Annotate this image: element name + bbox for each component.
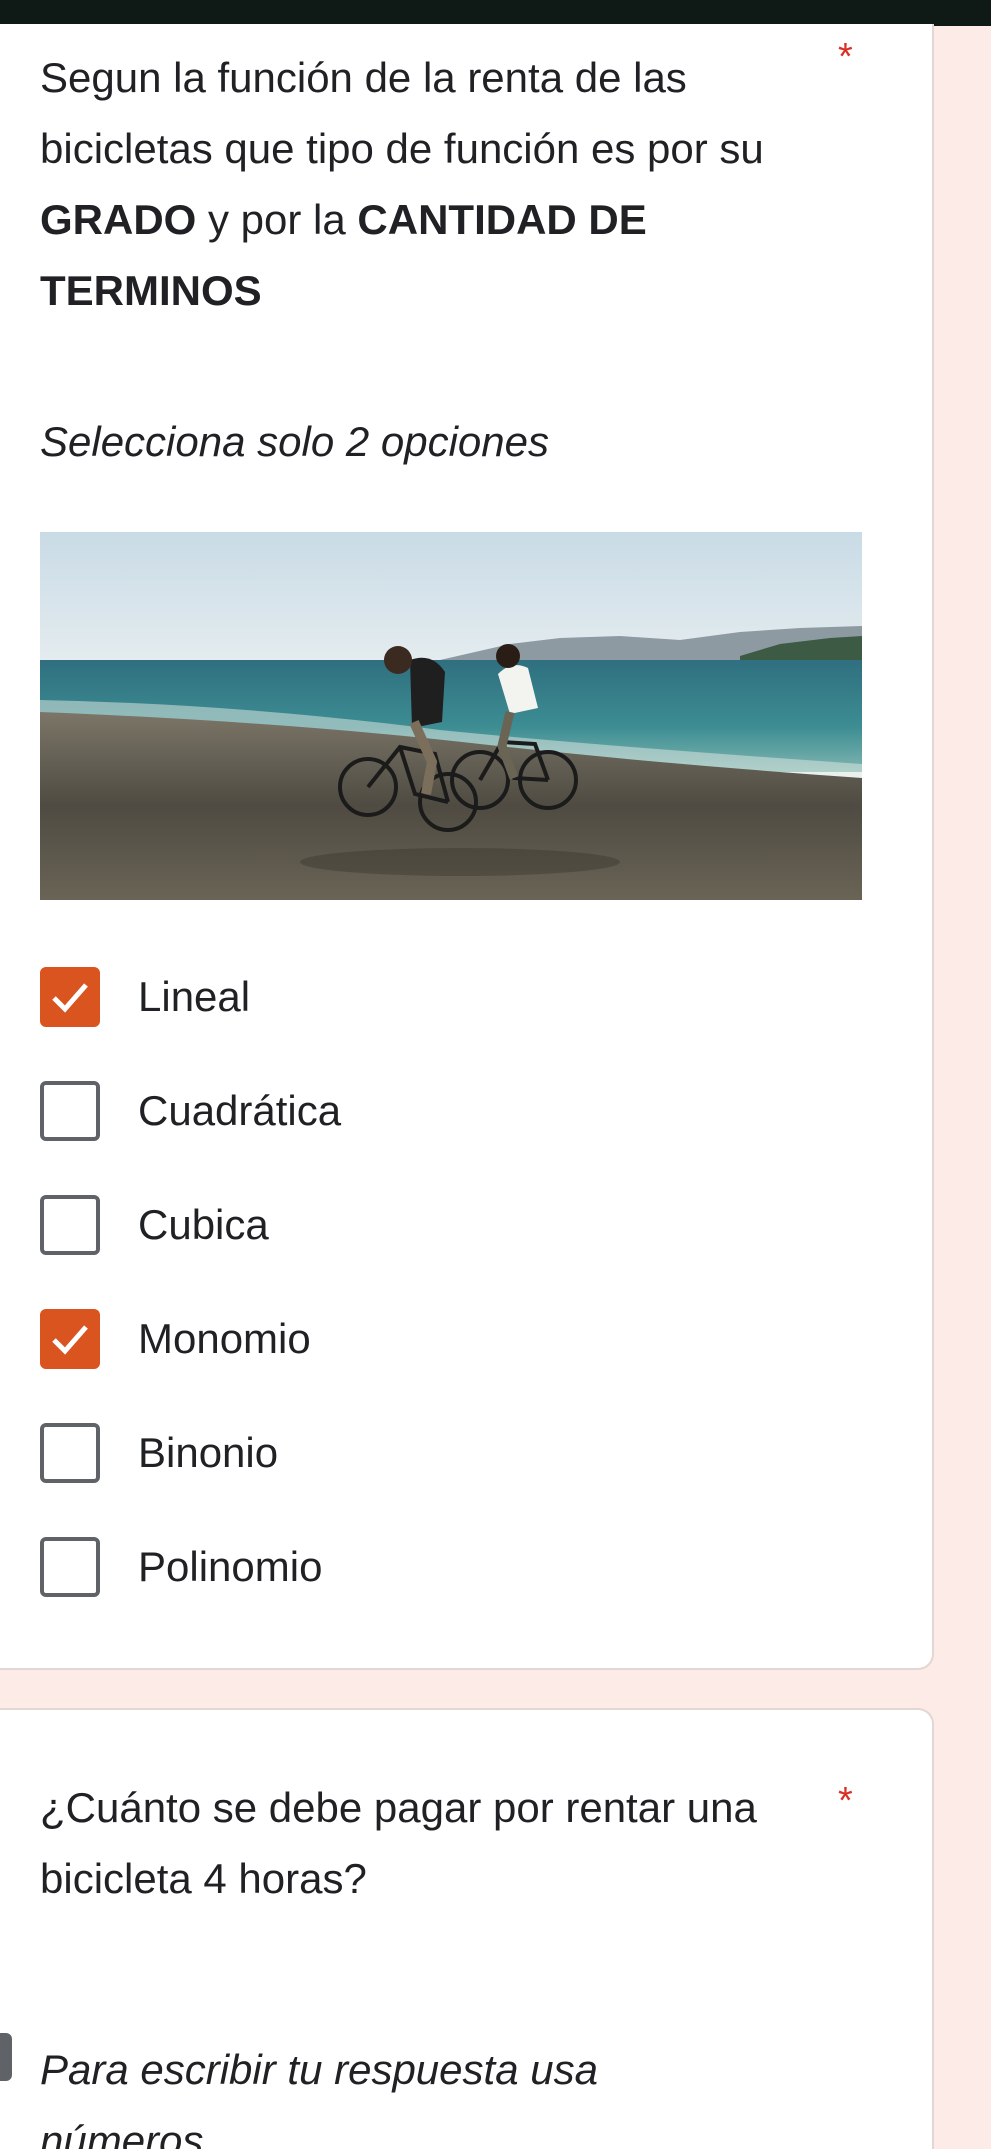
checkbox-unchecked[interactable]	[40, 1537, 100, 1597]
question-image-bicycles-beach	[40, 532, 862, 900]
question-title: ¿Cuánto se debe pagar por rentar una bic…	[40, 1784, 757, 1902]
option-cuadratica[interactable]: Cuadrática	[40, 1054, 860, 1168]
question-title: Segun la función de la renta de las bici…	[40, 42, 840, 326]
option-cubica[interactable]: Cubica	[40, 1168, 860, 1282]
title-part: y por la	[196, 196, 358, 243]
option-label: Polinomio	[138, 1543, 323, 1590]
checkbox-options: Lineal Cuadrática Cubica Monomio Binonio…	[40, 940, 860, 1624]
question-description: Para escribir tu respuesta usa números	[40, 2046, 598, 2149]
required-asterisk: *	[838, 36, 853, 78]
title-part: Segun la función de la renta de las bici…	[40, 54, 764, 172]
option-lineal[interactable]: Lineal	[40, 940, 860, 1054]
option-label: Binonio	[138, 1429, 279, 1476]
option-label: Cubica	[138, 1201, 269, 1248]
checkbox-checked[interactable]	[40, 967, 100, 1027]
option-monomio[interactable]: Monomio	[40, 1282, 860, 1396]
check-icon	[52, 1325, 88, 1355]
option-label: Cuadrática	[138, 1087, 342, 1134]
option-label: Lineal	[138, 973, 251, 1020]
check-icon	[52, 983, 88, 1013]
option-polinomio[interactable]: Polinomio	[40, 1510, 860, 1624]
option-label: Monomio	[138, 1315, 311, 1362]
checkbox-unchecked[interactable]	[40, 1423, 100, 1483]
status-bar	[0, 0, 991, 26]
question-card-pago-4-horas: ¿Cuánto se debe pagar por rentar una bic…	[0, 1708, 934, 2149]
question-card-renta-tipo: Segun la función de la renta de las bici…	[0, 24, 934, 1670]
question-description: Selecciona solo 2 opciones	[40, 418, 550, 465]
scroll-handle[interactable]	[0, 2033, 12, 2081]
checkbox-checked[interactable]	[40, 1309, 100, 1369]
required-asterisk: *	[838, 1780, 853, 1822]
checkbox-unchecked[interactable]	[40, 1081, 100, 1141]
title-part-bold: GRADO	[40, 196, 197, 243]
option-binonio[interactable]: Binonio	[40, 1396, 860, 1510]
checkbox-unchecked[interactable]	[40, 1195, 100, 1255]
